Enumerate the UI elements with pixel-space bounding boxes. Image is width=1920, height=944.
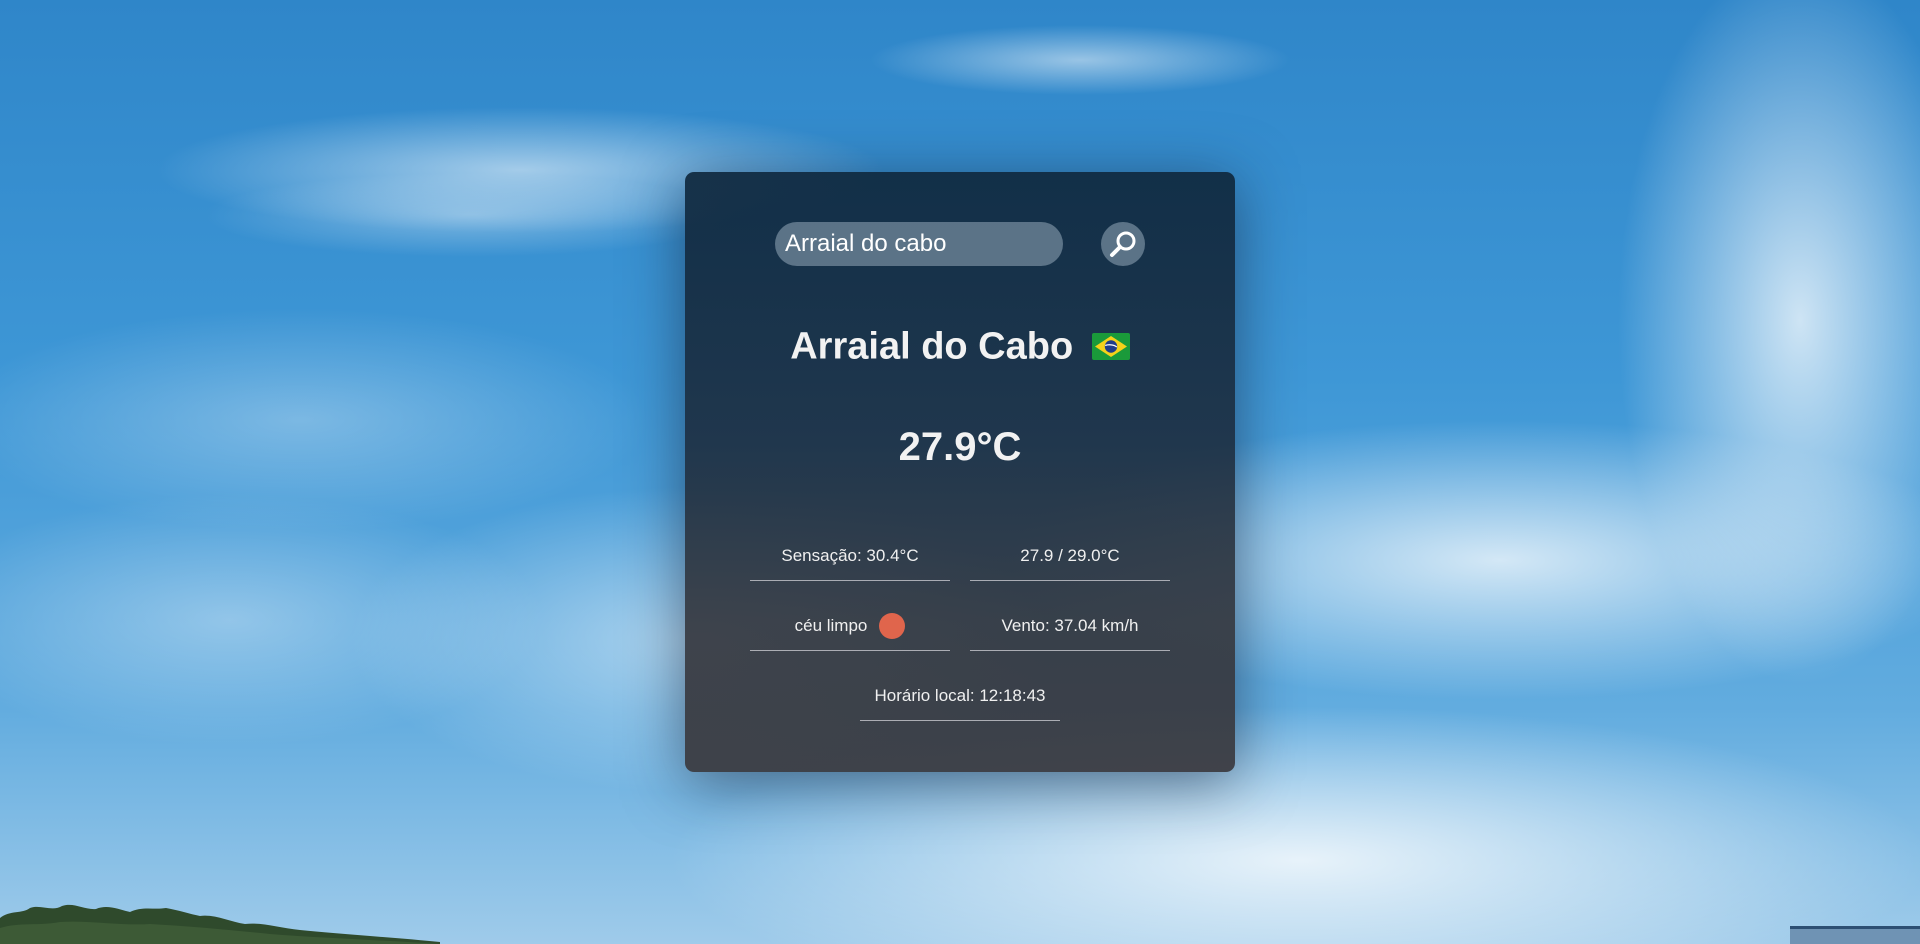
- clear-sky-icon: [879, 612, 906, 639]
- current-temperature: 27.9°C: [898, 425, 1022, 469]
- weather-description-text: céu limpo: [794, 615, 868, 635]
- rooftop-silhouette: [1790, 926, 1920, 944]
- city-heading: Arraial do Cabo: [685, 324, 1235, 368]
- wind-speed: Vento: 37.04 km/h: [970, 601, 1170, 651]
- search-icon: [1110, 231, 1136, 257]
- weather-description: céu limpo: [750, 601, 950, 651]
- search-bar: [775, 222, 1145, 266]
- city-name: Arraial do Cabo: [790, 325, 1074, 368]
- search-button[interactable]: [1101, 222, 1145, 266]
- treeline-silhouette: [0, 904, 440, 944]
- city-search-input[interactable]: [775, 222, 1063, 266]
- brazil-flag-icon: [1091, 333, 1130, 361]
- feels-like: Sensação: 30.4°C: [750, 531, 950, 581]
- weather-card: Arraial do Cabo 27.9°C Sensação: 30.4°C …: [685, 172, 1235, 772]
- min-max-temperature: 27.9 / 29.0°C: [970, 531, 1170, 581]
- local-time: Horário local: 12:18:43: [860, 671, 1060, 721]
